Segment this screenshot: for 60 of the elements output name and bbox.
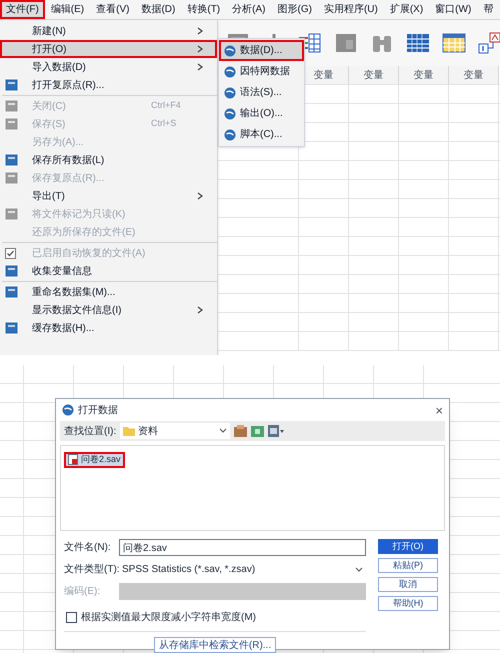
shortcut-text: Ctrl+F4 [151, 99, 182, 112]
document-icon [334, 32, 358, 54]
disc-icon [224, 128, 236, 140]
menu-item[interactable]: 数据(D)... [219, 40, 304, 61]
app-icon [62, 404, 74, 416]
dialog-button[interactable]: 帮助(H) [378, 596, 438, 611]
menu-bar-item[interactable]: 数据(D) [135, 0, 182, 19]
table-icon [442, 32, 466, 54]
dialog-button[interactable]: 粘贴(P) [378, 558, 438, 573]
disc-icon [224, 86, 236, 98]
menu-item[interactable]: 打开(O) [0, 40, 217, 58]
menu-item[interactable]: 收集变量信息 [0, 262, 217, 280]
shortcut-text: Ctrl+S [151, 117, 178, 130]
disc-icon [224, 108, 236, 120]
chevron-down-icon [219, 428, 227, 434]
checkbox-label: 根据实测值最大限度减小字符串宽度(M) [81, 610, 256, 625]
disc-icon [224, 66, 236, 78]
dialog-button[interactable]: 打开(O) [378, 539, 438, 554]
column-header: 变量 [399, 66, 449, 84]
file-icon [68, 454, 78, 465]
field-label: 文件名(N): [64, 540, 112, 555]
menu-bar-item[interactable]: 图形(G) [271, 0, 318, 19]
table-icon [406, 32, 430, 54]
menu-item[interactable]: 导出(T) [0, 187, 217, 205]
dialog-button[interactable]: 取消 [378, 577, 438, 592]
close-button[interactable]: × [435, 404, 443, 416]
encoding-field[interactable] [119, 583, 366, 600]
file-item[interactable]: 问卷2.sav [64, 452, 125, 468]
retrieve-button[interactable]: 从存储库中检索文件(R)... [154, 637, 276, 653]
field-label: 查找位置(I): [64, 424, 116, 438]
menu-bar-item[interactable]: 转换(T) [181, 0, 226, 19]
menu-bar-item[interactable]: 分析(A) [226, 0, 272, 19]
field-label: 编码(E): [64, 584, 102, 599]
column-header: 变量 [449, 66, 499, 84]
field-label: 文件类型(T): [64, 562, 119, 577]
menu-item[interactable]: 导入数据(D) [0, 58, 217, 76]
disc-icon [224, 44, 236, 56]
menu-item[interactable]: 保存所有数据(L) [0, 151, 217, 169]
menu-bar-item[interactable]: 窗口(W) [429, 0, 478, 19]
menu-bar-item[interactable]: 扩展(X) [384, 0, 430, 19]
menu-item[interactable]: 语法(S)... [219, 82, 304, 103]
menu-item[interactable]: 显示数据文件信息(I) [0, 301, 217, 319]
location-dropdown[interactable]: 资料 [120, 423, 230, 439]
menu-item[interactable]: 缓存数据(H)... [0, 319, 217, 337]
menu-item[interactable]: 脚本(C)... [219, 124, 304, 145]
menu-bar-item[interactable]: 实用程序(U) [318, 0, 384, 19]
checkbox[interactable] [66, 612, 77, 623]
menu-item[interactable]: 重命名数据集(M)... [0, 283, 217, 301]
menu-bar-item[interactable]: 文件(F) [0, 0, 45, 19]
menu-bar-item[interactable]: 查看(V) [90, 0, 136, 19]
file-name-field[interactable]: 问卷2.sav [119, 539, 366, 556]
chevron-down-icon [355, 566, 363, 572]
window-title: 打开数据 [78, 404, 118, 418]
menu-bar-item[interactable]: 帮 [477, 0, 500, 19]
menu-bar-item[interactable]: 编辑(E) [44, 0, 90, 19]
view-menu-icon [268, 425, 284, 437]
menu-item[interactable]: 打开复原点(R)... [0, 76, 217, 94]
column-header: 变量 [349, 66, 399, 84]
menu-item[interactable]: 新建(N) [0, 22, 217, 40]
menu-item[interactable]: 输出(O)... [219, 103, 304, 124]
